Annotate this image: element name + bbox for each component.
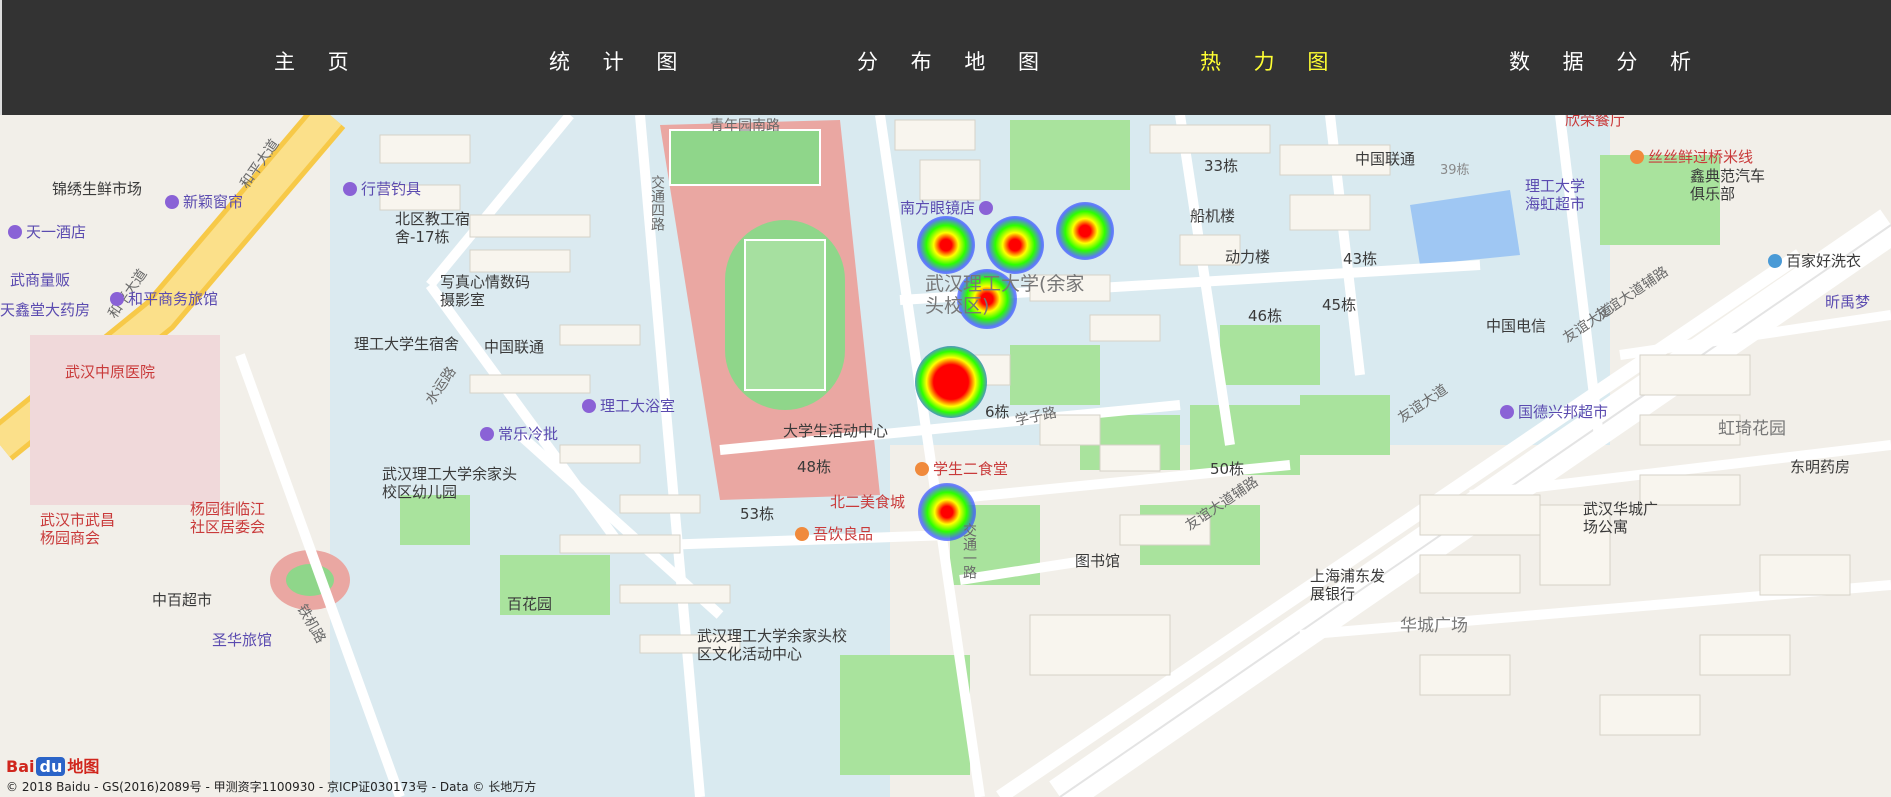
restaurant-icon: [1630, 150, 1644, 164]
poi-label: 中百超市: [152, 591, 213, 609]
area-label: 华城广场: [1400, 616, 1468, 636]
poi-label: 39栋: [1440, 163, 1470, 178]
poi-label: 学生二食堂: [915, 460, 1008, 478]
poi-label: 杨园街临江社区居委会: [190, 500, 266, 536]
campus-label: 武汉理工大学(余家头校区): [925, 273, 1085, 317]
poi-label: 常乐冷批: [480, 425, 558, 443]
poi-label: 和平商务旅馆: [110, 290, 218, 308]
poi-label: 昕禹梦: [1825, 293, 1871, 311]
poi-label: 北二美食城: [830, 493, 906, 511]
heat-spot: [917, 216, 975, 274]
heat-spot: [986, 216, 1044, 274]
poi-label: 43栋: [1343, 250, 1378, 268]
shop-icon: [165, 195, 179, 209]
poi-label: 33栋: [1204, 157, 1239, 175]
poi-label: 北区教工宿舍-17栋: [395, 210, 471, 246]
poi-label: 丝丝鲜过桥米线: [1630, 148, 1753, 166]
poi-label: 大学生活动中心: [783, 422, 889, 440]
poi-label: 国德兴邦超市: [1500, 403, 1608, 421]
hotel-icon: [8, 225, 22, 239]
poi-label: 百花园: [507, 595, 553, 613]
poi-label: 吾饮良品: [795, 525, 873, 543]
poi-label: 武汉华城广场公寓: [1583, 500, 1659, 536]
poi-label: 53栋: [740, 505, 775, 523]
hotel-icon: [110, 292, 124, 306]
poi-label: 45栋: [1322, 296, 1357, 314]
heat-spot: [1056, 202, 1114, 260]
nav-data-analysis[interactable]: 数 据 分 析: [1509, 0, 1704, 115]
shop-icon: [480, 427, 494, 441]
poi-label: 鑫典范汽车俱乐部: [1690, 167, 1766, 203]
poi-label: 写真心情数码摄影室: [440, 273, 531, 309]
poi-label: 中国联通: [484, 338, 545, 356]
baidu-logo: Bai du 地图: [6, 757, 100, 776]
road-label: 青年园南路: [710, 118, 780, 134]
poi-label: 理工大学海虹超市: [1525, 177, 1586, 213]
nav-heatmap[interactable]: 热 力 图: [1200, 0, 1341, 115]
nav-distribution-map[interactable]: 分 布 地 图: [857, 0, 1052, 115]
top-nav: 主 页 统 计 图 分 布 地 图 热 力 图 数 据 分 析: [0, 0, 1891, 115]
poi-label: 欣荣餐厅: [1565, 115, 1626, 129]
poi-label: 动力楼: [1225, 248, 1271, 266]
poi-label: 天一酒店: [8, 223, 86, 241]
poi-label: 6栋: [985, 403, 1010, 421]
shop-icon: [343, 182, 357, 196]
poi-label: 上海浦东发展银行: [1310, 567, 1386, 603]
poi-label: 天鑫堂大药房: [0, 301, 91, 319]
poi-label: 圣华旅馆: [212, 631, 273, 649]
road-label: 交通一路: [961, 523, 977, 579]
poi-label: 新颖窗帘: [165, 193, 243, 211]
poi-label: 武汉市武昌杨园商会: [40, 511, 116, 547]
poi-label: 行营钓具: [343, 180, 421, 198]
canteen-icon: [915, 462, 929, 476]
road-label: 交通四路: [649, 175, 665, 231]
poi-label: 百家好洗衣: [1768, 252, 1861, 270]
poi-label: 中国联通: [1355, 150, 1416, 168]
poi-label: 武汉理工大学余家头校区文化活动中心: [697, 627, 848, 663]
poi-label: 武商量贩: [10, 271, 71, 289]
bath-icon: [582, 399, 596, 413]
shop-icon: [979, 201, 994, 215]
poi-label: 武汉中原医院: [65, 363, 156, 381]
poi-label: 理工大学生宿舍: [354, 335, 460, 353]
poi-label: 东明药房: [1790, 458, 1851, 476]
poi-label: 理工大浴室: [582, 397, 675, 415]
poi-label: 船机楼: [1190, 207, 1236, 225]
restaurant-icon: [795, 527, 809, 541]
poi-label: 南方眼镜店: [900, 199, 997, 217]
heat-spot: [915, 346, 987, 418]
nav-home[interactable]: 主 页: [274, 0, 362, 115]
poi-label: 46栋: [1248, 307, 1283, 325]
area-label: 虹琦花园: [1718, 419, 1786, 439]
poi-label: 50栋: [1210, 460, 1245, 478]
map-copyright: © 2018 Baidu - GS(2016)2089号 - 甲测资字11009…: [6, 780, 537, 794]
laundry-icon: [1768, 254, 1782, 268]
heatmap-map[interactable]: 青年园南路 欣荣餐厅 丝丝鲜过桥米线 和平大道 和平大道 锦绣生鲜市场 新颖窗帘…: [0, 115, 1891, 797]
poi-label: 图书馆: [1075, 552, 1121, 570]
poi-label: 锦绣生鲜市场: [52, 180, 143, 198]
poi-label: 中国电信: [1486, 317, 1547, 335]
supermarket-icon: [1500, 405, 1514, 419]
poi-label: 武汉理工大学余家头校区幼儿园: [382, 465, 518, 501]
poi-label: 48栋: [797, 458, 832, 476]
nav-charts[interactable]: 统 计 图: [549, 0, 690, 115]
